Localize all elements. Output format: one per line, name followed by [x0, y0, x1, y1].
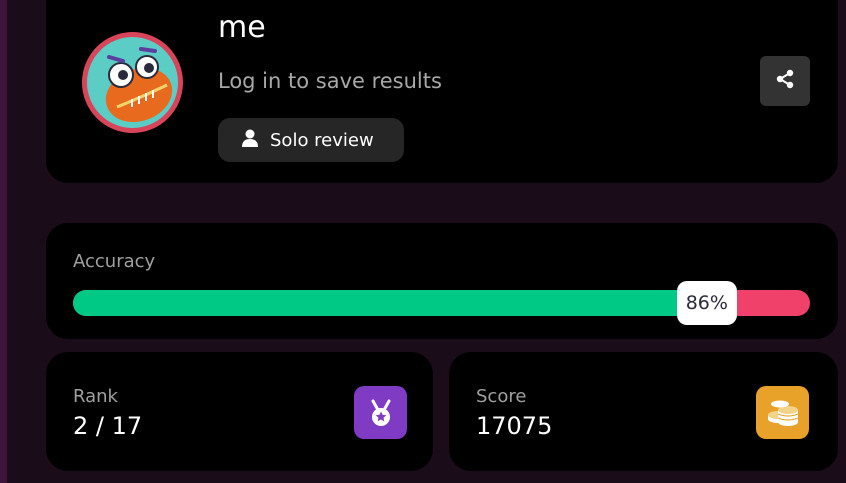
accuracy-percent-badge: 86%	[676, 281, 737, 325]
profile-card: me Log in to save results Solo review	[46, 0, 838, 183]
coins-icon	[756, 386, 809, 439]
solo-review-button[interactable]: Solo review	[218, 118, 404, 162]
score-value: 17075	[476, 412, 553, 440]
username: me	[218, 10, 266, 45]
solo-review-label: Solo review	[270, 129, 374, 151]
accuracy-bar-correct	[73, 290, 707, 316]
accuracy-card: Accuracy 86%	[46, 223, 838, 339]
rank-value: 2 / 17	[73, 412, 143, 440]
rank-card: Rank 2 / 17	[46, 352, 433, 471]
score-card: Score 17075	[449, 352, 838, 471]
accuracy-label: Accuracy	[73, 251, 156, 272]
medal-icon	[354, 386, 407, 439]
accuracy-bar: 86%	[73, 281, 810, 325]
share-button[interactable]	[760, 56, 810, 106]
left-edge-strip	[0, 0, 7, 483]
login-prompt[interactable]: Log in to save results	[218, 69, 442, 93]
rank-label: Rank	[73, 386, 118, 407]
user-icon	[242, 129, 258, 152]
score-label: Score	[476, 386, 527, 407]
monster-avatar-icon	[87, 37, 178, 128]
share-icon	[775, 69, 795, 93]
avatar	[82, 32, 183, 133]
